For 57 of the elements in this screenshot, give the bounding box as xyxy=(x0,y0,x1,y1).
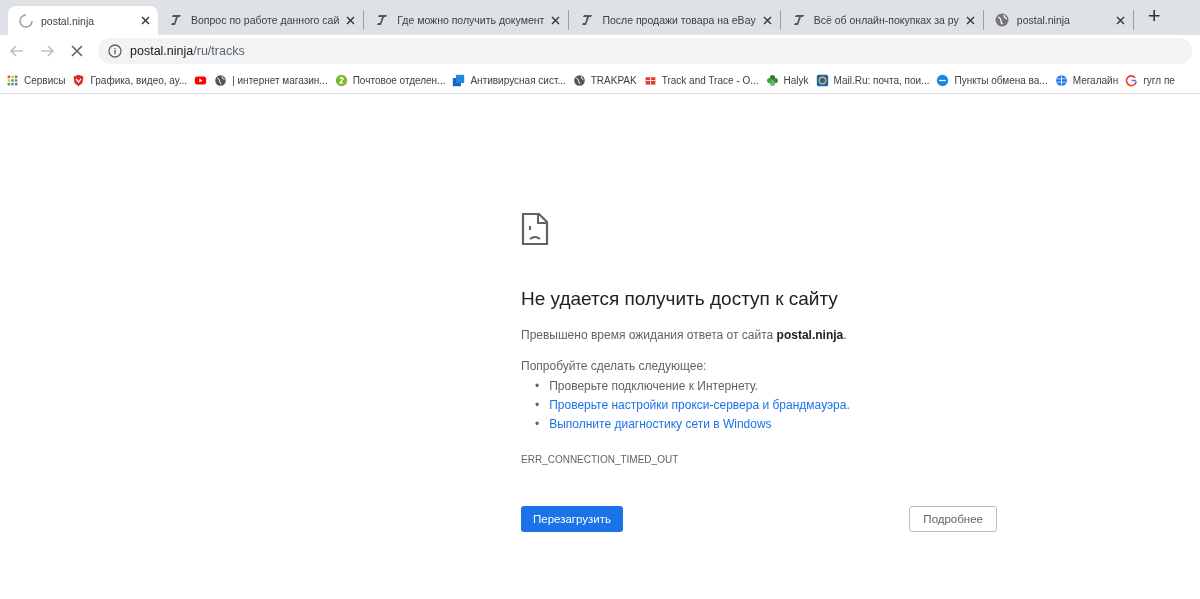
shield-icon xyxy=(72,73,86,87)
close-icon[interactable] xyxy=(965,15,975,25)
squares-icon xyxy=(452,73,466,87)
bookmark[interactable]: гугл пе xyxy=(1125,73,1175,87)
loading-spinner-icon xyxy=(18,12,34,29)
bookmark[interactable]: Пункты обмена ва... xyxy=(936,73,1048,87)
browser-tab[interactable]: postal.ninja xyxy=(983,10,1134,30)
bullet: • xyxy=(535,397,540,414)
globe-icon xyxy=(1054,73,1068,87)
browser-tab[interactable]: postal.ninja xyxy=(8,6,158,35)
bookmark[interactable]: Мегалайн xyxy=(1054,73,1119,87)
browser-tab[interactable]: Всё об онлайн-покупках за ру xyxy=(780,10,984,30)
suggestion-link[interactable]: Выполните диагностику сети в Windows xyxy=(549,415,772,434)
apps-grid-icon xyxy=(6,73,19,87)
globe-icon xyxy=(572,73,586,87)
url-text: postal.ninja/ru/tracks xyxy=(130,44,245,58)
close-icon[interactable] xyxy=(1115,15,1125,25)
at-sign-icon xyxy=(815,73,829,87)
close-icon[interactable] xyxy=(141,16,150,25)
bookmark[interactable]: Антивирусная сист... xyxy=(452,73,566,87)
globe-icon xyxy=(993,12,1010,28)
browser-tab[interactable]: После продажи товара на eBay xyxy=(569,10,781,30)
clover-icon xyxy=(765,73,779,87)
bookmark[interactable]: Halyk xyxy=(765,73,809,87)
bookmark[interactable]: Графика, видео, ау... xyxy=(72,73,188,87)
browser-tab[interactable]: Где можно получить документ xyxy=(364,10,570,30)
error-code: ERR_CONNECTION_TIMED_OUT xyxy=(521,454,680,465)
suggestion-text: Проверьте подключение к Интернету. xyxy=(549,378,758,395)
suggestions-title: Попробуйте сделать следующее: xyxy=(521,359,708,373)
number-badge-icon xyxy=(334,73,348,87)
bookmark[interactable]: Mail.Ru: почта, пои... xyxy=(815,73,930,87)
address-bar[interactable]: postal.ninja/ru/tracks xyxy=(98,38,1192,64)
bookmark[interactable]: Сервисы xyxy=(6,73,66,87)
globe-icon xyxy=(214,73,228,87)
bookmark[interactable]: Почтовое отделен... xyxy=(334,73,446,87)
details-button[interactable]: Подробнее xyxy=(909,506,997,532)
info-icon[interactable] xyxy=(108,44,122,58)
new-tab-button[interactable]: + xyxy=(1147,3,1161,29)
italic-logo-icon xyxy=(168,12,184,28)
error-message: Превышено время ожидания ответа от сайта postal.ninja. xyxy=(521,328,848,342)
reload-button[interactable]: Перезагрузить xyxy=(521,506,624,532)
bookmark[interactable]: | интернет магазин... xyxy=(214,73,328,87)
round-logo-icon xyxy=(936,73,950,87)
close-icon[interactable] xyxy=(551,15,561,25)
bookmark[interactable] xyxy=(194,73,208,87)
bookmark[interactable]: TRAKPAK xyxy=(572,73,637,87)
browser-tab[interactable]: Вопрос по работе данного сай xyxy=(158,10,365,30)
google-icon xyxy=(1125,73,1139,87)
play-icon xyxy=(194,73,208,87)
bullet: • xyxy=(535,378,540,395)
error-heading: Не удается получить доступ к сайту xyxy=(521,288,839,310)
bullet: • xyxy=(535,416,540,433)
close-icon[interactable] xyxy=(762,15,772,25)
sad-page-icon xyxy=(521,212,549,246)
close-icon[interactable] xyxy=(346,15,356,25)
suggestion-link[interactable]: Проверьте настройки прокси-сервера и брандмауэра. xyxy=(549,396,850,415)
bookmark[interactable]: Track and Trace - O... xyxy=(643,73,759,87)
